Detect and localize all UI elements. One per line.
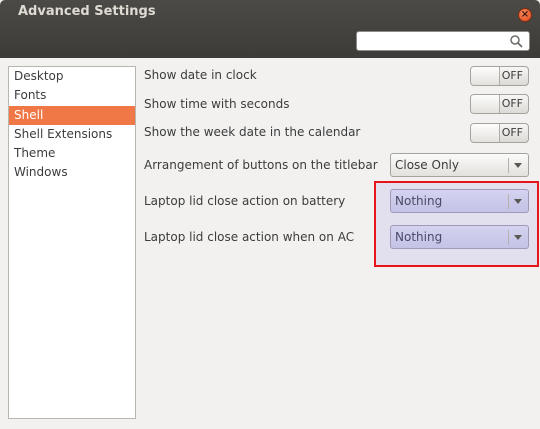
- toggle-knob: [471, 67, 500, 85]
- select-value: Close Only: [395, 158, 459, 172]
- sidebar-item-fonts[interactable]: Fonts: [9, 86, 135, 105]
- show-seconds-label: Show time with seconds: [144, 97, 290, 111]
- sidebar-item-shell[interactable]: Shell: [9, 105, 135, 125]
- titlebar-buttons-select[interactable]: Close Only: [390, 153, 529, 177]
- show-week-label: Show the week date in the calendar: [144, 125, 361, 139]
- titlebar: Advanced Settings ×: [0, 0, 540, 58]
- lid-ac-label: Laptop lid close action when on AC: [144, 230, 355, 244]
- toggle-state: OFF: [501, 97, 523, 110]
- search-input[interactable]: [356, 31, 530, 51]
- toggle-knob: [471, 124, 500, 142]
- select-divider: [508, 194, 509, 209]
- sidebar-item-windows[interactable]: Windows: [9, 163, 135, 182]
- chevron-down-icon: [514, 199, 522, 204]
- lid-battery-label: Laptop lid close action on battery: [144, 194, 346, 208]
- sidebar-item-theme[interactable]: Theme: [9, 144, 135, 163]
- sidebar-item-shell-extensions[interactable]: Shell Extensions: [9, 125, 135, 144]
- toggle-knob: [471, 95, 500, 113]
- close-button[interactable]: ×: [518, 8, 532, 22]
- toggle-state: OFF: [501, 126, 523, 139]
- show-week-toggle[interactable]: OFF: [470, 123, 529, 143]
- select-divider: [508, 158, 509, 173]
- window-title: Advanced Settings: [18, 4, 156, 19]
- titlebar-buttons-label: Arrangement of buttons on the titlebar: [144, 158, 378, 172]
- chevron-down-icon: [514, 163, 522, 168]
- toggle-state: OFF: [501, 69, 523, 82]
- lid-battery-select[interactable]: Nothing: [390, 189, 529, 213]
- select-divider: [508, 230, 509, 245]
- show-seconds-toggle[interactable]: OFF: [470, 94, 529, 114]
- sidebar-item-desktop[interactable]: Desktop: [9, 67, 135, 86]
- chevron-down-icon: [514, 235, 522, 240]
- sidebar: Desktop Fonts Shell Shell Extensions The…: [8, 66, 136, 419]
- search-icon: [510, 35, 523, 48]
- show-date-label: Show date in clock: [144, 68, 257, 82]
- advanced-settings-window: Advanced Settings × Desktop Fonts Shell …: [0, 0, 540, 429]
- select-value: Nothing: [395, 194, 443, 208]
- lid-ac-select[interactable]: Nothing: [390, 225, 529, 249]
- select-value: Nothing: [395, 230, 443, 244]
- show-date-toggle[interactable]: OFF: [470, 66, 529, 86]
